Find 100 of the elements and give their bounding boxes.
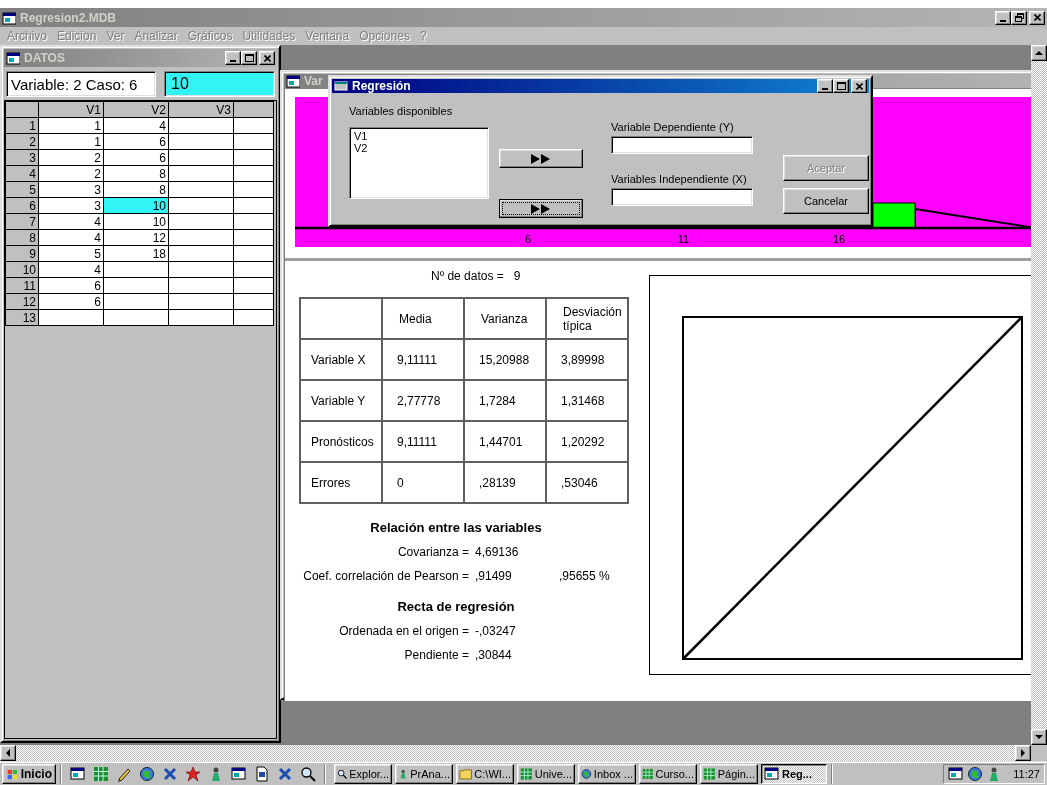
section-heading: Recta de regresión — [396, 599, 516, 614]
taskbar-button[interactable]: Págin... — [700, 764, 758, 784]
stat-label: Pendiente = — [403, 648, 469, 662]
column-header: V2 — [103, 101, 169, 118]
table-cell: ,53046 — [546, 462, 628, 503]
column-header: Media — [382, 298, 464, 339]
axis-label: 11 — [677, 233, 690, 245]
folder-icon — [459, 766, 473, 782]
input-field[interactable] — [611, 188, 753, 206]
scroll-arrow-button[interactable] — [0, 745, 16, 761]
stat-label: Covarianza = — [396, 545, 469, 559]
taskbar-button[interactable]: Explor... — [334, 764, 392, 784]
table-cell: 3,89998 — [546, 339, 628, 380]
stat-value: ,95655 % — [559, 569, 610, 583]
input-field[interactable] — [611, 136, 753, 154]
move-button[interactable] — [499, 199, 583, 218]
cross-icon[interactable] — [277, 766, 293, 782]
stat-value: 4,69136 — [475, 545, 520, 559]
table-cell: 1,31468 — [546, 380, 628, 421]
stat-value: -,03247 — [475, 624, 517, 638]
clock: 11:27 — [1013, 768, 1040, 780]
row-label: Variable Y — [300, 380, 382, 421]
window-icon — [6, 51, 20, 65]
window-title: Regresion2.MDB — [20, 10, 117, 25]
field-label: Variables disponibles — [349, 105, 454, 117]
column-header: V1 — [38, 101, 104, 118]
row-label: Variable X — [300, 339, 382, 380]
window-icon — [334, 79, 348, 93]
magnifier-icon[interactable] — [300, 766, 316, 782]
axis-label: 6 — [524, 233, 532, 245]
minimize-icon — [1000, 19, 1006, 22]
scroll-arrow-button[interactable] — [1015, 745, 1031, 761]
cross-icon[interactable] — [162, 766, 178, 782]
taskbar-button[interactable]: Inbox ... — [578, 764, 636, 784]
count-label: Nº de datos = — [431, 269, 504, 285]
maximize-icon — [836, 82, 846, 90]
window-icon[interactable] — [948, 766, 965, 782]
globe-icon — [581, 766, 592, 782]
close-icon — [1033, 14, 1041, 21]
grid-icon[interactable] — [93, 766, 109, 782]
table-cell: 0 — [382, 462, 464, 503]
row-label: Errores — [300, 462, 382, 503]
taskbar-button[interactable]: PrAna... — [395, 764, 453, 784]
list-item[interactable]: V1 — [354, 130, 484, 142]
column-header: Desviación típica — [546, 298, 628, 339]
scroll-arrow-button[interactable] — [1031, 45, 1047, 61]
taskbar-button[interactable]: C:\WI... — [456, 764, 514, 784]
maximize-icon — [244, 54, 254, 62]
window-title: Regresión — [352, 79, 411, 93]
field-label: Variables Independiente (X) — [611, 173, 748, 185]
table-cell: 2,77778 — [382, 380, 464, 421]
window-title: DATOS — [24, 51, 65, 65]
left-arrow-icon — [4, 749, 12, 757]
column-header: V3 — [168, 101, 234, 118]
list-item[interactable]: V2 — [354, 142, 484, 154]
window-icon[interactable] — [231, 766, 247, 782]
table-cell: 1,7284 — [464, 380, 546, 421]
table-cell: 9,11111 — [382, 421, 464, 462]
count-value: 9 — [513, 269, 521, 285]
taskbar-button[interactable]: Reg... — [761, 764, 827, 784]
table-cell: 1,20292 — [546, 421, 628, 462]
stat-label: Ordenada en el origen = — [338, 624, 469, 638]
row-label: Pronósticos — [300, 421, 382, 462]
table-cell: 1,44701 — [464, 421, 546, 462]
globe-icon[interactable] — [967, 766, 984, 782]
grid-icon — [642, 766, 654, 782]
right-arrow-icon — [1019, 749, 1027, 757]
scroll-arrow-button[interactable] — [1031, 729, 1047, 745]
dialog-button[interactable]: Cancelar — [783, 188, 869, 214]
pencil-icon[interactable] — [116, 766, 132, 782]
minimize-button[interactable] — [817, 79, 833, 93]
close-button[interactable] — [851, 79, 867, 93]
up-arrow-icon — [1035, 49, 1043, 57]
grid-icon — [703, 766, 716, 782]
star-icon[interactable] — [185, 766, 201, 782]
maximize-button[interactable] — [833, 79, 849, 93]
table-cell: 9,11111 — [382, 339, 464, 380]
window-icon — [2, 10, 16, 25]
table-cell: ,28139 — [464, 462, 546, 503]
document-icon[interactable] — [254, 766, 270, 782]
cell-value-field[interactable]: 10 — [164, 71, 275, 97]
column-header: Varianza — [464, 298, 546, 339]
window-title: Var — [304, 74, 323, 88]
stat-value: ,30844 — [475, 648, 513, 662]
taskbar-button[interactable]: Unive... — [517, 764, 575, 784]
globe-icon[interactable] — [139, 766, 155, 782]
axis-label: 16 — [832, 233, 846, 245]
variables-list[interactable]: V1 V2 — [349, 127, 489, 199]
grid-icon — [520, 766, 533, 782]
stat-label: Coef. correlación de Pearson = — [302, 569, 469, 583]
close-icon — [855, 82, 863, 90]
position-display: Variable: 2 Caso: 6 — [6, 71, 156, 97]
stat-value: ,91499 — [475, 569, 513, 583]
window-icon[interactable] — [70, 766, 86, 782]
start-button[interactable]: Inicio — [2, 764, 56, 784]
down-arrow-icon — [1035, 733, 1043, 741]
table-cell: 15,20988 — [464, 339, 546, 380]
window-icon — [764, 766, 780, 782]
taskbar-button[interactable]: Curso... — [639, 764, 697, 784]
section-heading: Relación entre las variables — [369, 520, 543, 535]
